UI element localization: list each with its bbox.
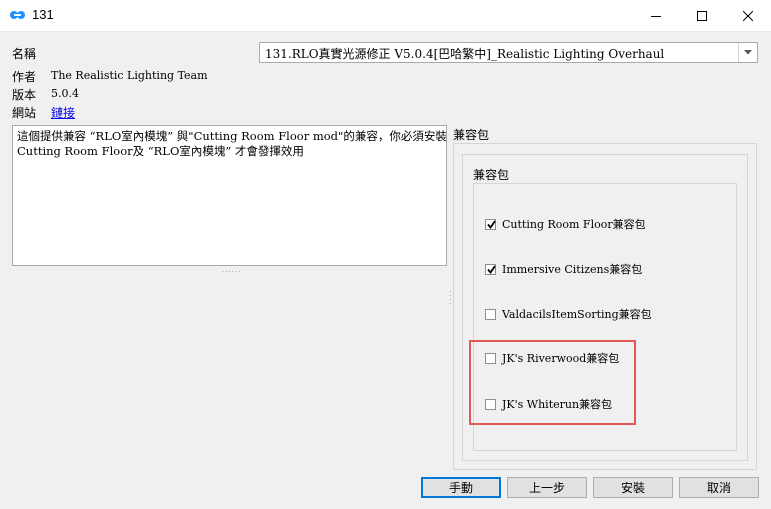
cancel-button[interactable]: 取消 (679, 477, 759, 498)
resize-grip-vertical[interactable]: · · · · (449, 289, 451, 308)
close-button[interactable] (725, 0, 771, 31)
compat-option-valdacils[interactable]: ValdacilsItemSorting兼容包 (485, 306, 652, 322)
maximize-button[interactable] (679, 0, 725, 31)
resize-grip-horizontal[interactable]: ...... (222, 266, 241, 274)
window-title: 131 (32, 7, 54, 22)
version-label: 版本 (12, 88, 37, 102)
compat-inner-label: 兼容包 (473, 168, 510, 182)
checkmark-icon (487, 219, 496, 229)
compat-outer-label: 兼容包 (453, 128, 490, 142)
version-value: 5.0.4 (51, 87, 79, 100)
name-label: 名稱 (12, 47, 37, 61)
checkbox-label: Cutting Room Floor兼容包 (502, 218, 646, 231)
minimize-icon (651, 15, 661, 17)
author-value: The Realistic Lighting Team (51, 69, 208, 82)
checkmark-icon (487, 264, 496, 274)
install-button[interactable]: 安裝 (593, 477, 673, 498)
minimize-button[interactable] (633, 0, 679, 31)
maximize-icon (697, 10, 707, 21)
back-button[interactable]: 上一步 (507, 477, 587, 498)
mod-select[interactable]: 131.RLO真實光源修正 V5.0.4[巴哈繁中]_Realistic Lig… (259, 42, 758, 63)
title-bar: 131 (0, 0, 771, 32)
compat-option-immersive-citizens[interactable]: Immersive Citizens兼容包 (485, 261, 642, 277)
website-label: 網站 (12, 106, 37, 120)
checkbox-label: ValdacilsItemSorting兼容包 (502, 308, 652, 321)
highlight-box (469, 340, 636, 425)
mod-select-value: 131.RLO真實光源修正 V5.0.4[巴哈繁中]_Realistic Lig… (265, 47, 665, 61)
chevron-down-icon[interactable] (738, 43, 757, 62)
compat-option-cutting-room-floor[interactable]: Cutting Room Floor兼容包 (485, 216, 646, 232)
author-label: 作者 (12, 70, 37, 84)
description-line: Cutting Room Floor及 “RLO室內模塊” 才會發揮效用 (17, 144, 304, 158)
website-link[interactable]: 鏈接 (51, 104, 75, 121)
checkbox-label: Immersive Citizens兼容包 (502, 263, 643, 276)
description-box[interactable]: 這個提供兼容 “RLO室內模塊” 與"Cutting Room Floor mo… (12, 125, 447, 266)
description-line: 這個提供兼容 “RLO室內模塊” 與"Cutting Room Floor mo… (17, 129, 447, 143)
checkbox[interactable] (485, 218, 496, 230)
checkbox[interactable] (485, 308, 496, 320)
link-icon (10, 9, 26, 21)
manual-button[interactable]: 手動 (421, 477, 501, 498)
close-icon (743, 10, 753, 21)
checkbox[interactable] (485, 263, 496, 275)
